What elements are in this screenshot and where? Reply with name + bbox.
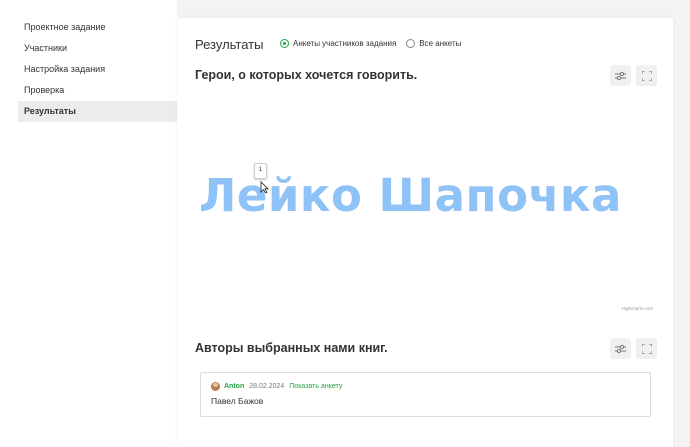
avatar bbox=[211, 382, 220, 391]
sidebar: Проектное задание Участники Настройка за… bbox=[0, 0, 177, 447]
results-card: Результаты Анкеты участников задания Все… bbox=[177, 18, 673, 447]
sidebar-item-review[interactable]: Проверка bbox=[18, 80, 177, 101]
radio-all-forms[interactable]: Все анкеты bbox=[406, 39, 461, 48]
radio-participants-forms[interactable]: Анкеты участников задания bbox=[280, 39, 396, 48]
sidebar-item-project-task[interactable]: Проектное задание bbox=[18, 17, 177, 38]
results-filter: Анкеты участников задания Все анкеты bbox=[280, 39, 471, 48]
sliders-icon bbox=[615, 344, 626, 353]
answer-card: Anton 28.02.2024 Показать анкету Павел Б… bbox=[200, 372, 651, 417]
section-title-authors: Авторы выбранных нами книг. bbox=[195, 341, 388, 355]
chart-fullscreen-button[interactable] bbox=[636, 65, 657, 86]
sidebar-item-participants[interactable]: Участники bbox=[18, 38, 177, 59]
radio-checked-icon[interactable] bbox=[280, 39, 289, 48]
mouse-cursor-icon bbox=[260, 181, 269, 194]
page-title: Результаты bbox=[195, 37, 264, 52]
radio-label: Все анкеты bbox=[419, 39, 462, 48]
wordcloud-chart: Лейко Шапочка 1 Highcharts.com bbox=[195, 113, 657, 313]
radio-label: Анкеты участников задания bbox=[293, 39, 397, 48]
fullscreen-icon bbox=[641, 70, 652, 81]
show-form-link[interactable]: Показать анкету bbox=[289, 383, 342, 390]
chart-settings-button[interactable] bbox=[610, 338, 631, 359]
sliders-icon bbox=[615, 71, 626, 80]
answer-text: Павел Бажов bbox=[211, 396, 264, 406]
answer-date: 28.02.2024 bbox=[249, 383, 285, 390]
answer-meta: Anton 28.02.2024 Показать анкету bbox=[211, 382, 342, 391]
sidebar-item-results[interactable]: Результаты bbox=[18, 101, 177, 122]
chart-credits[interactable]: Highcharts.com bbox=[622, 306, 653, 311]
fullscreen-icon bbox=[641, 343, 652, 354]
sidebar-item-task-settings[interactable]: Настройка задания bbox=[18, 59, 177, 80]
chart-fullscreen-button[interactable] bbox=[636, 338, 657, 359]
answer-author[interactable]: Anton bbox=[224, 383, 244, 390]
radio-unchecked-icon[interactable] bbox=[406, 39, 416, 48]
chart-settings-button[interactable] bbox=[610, 65, 631, 86]
section-title-heroes: Герои, о которых хочется говорить. bbox=[195, 68, 418, 82]
chart-tooltip: 1 bbox=[254, 163, 267, 179]
